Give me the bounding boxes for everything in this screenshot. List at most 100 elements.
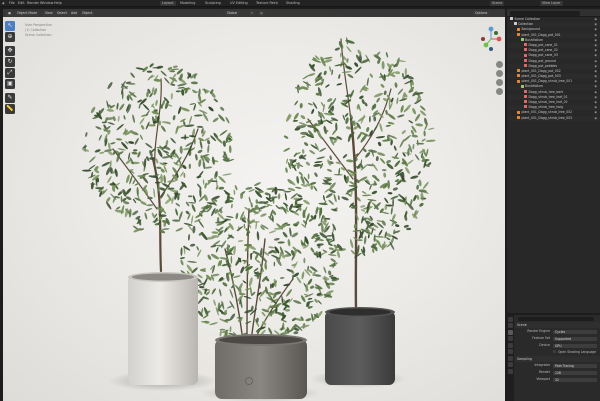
blender-logo-icon[interactable]: ◈ [2,1,5,6]
mesh-icon [524,95,527,99]
view-layer-tab-icon[interactable] [508,342,513,348]
snap-icon[interactable]: ⌖ [249,10,256,16]
menu-render[interactable]: Render [27,1,39,6]
navigation-gizmo[interactable] [479,23,505,57]
menu-object[interactable]: Object [80,10,95,16]
tab-layout[interactable]: Layout [160,1,176,6]
scene-tab-icon[interactable] [508,329,513,335]
outliner-row-label: plant_001_Dagg_pot_001 [521,32,561,37]
render-samples-field[interactable]: 128 [553,370,597,375]
mesh-icon [517,110,520,114]
feature-set-row: Feature Set Supported [515,335,600,342]
output-tab-icon[interactable] [508,336,513,341]
pan-hand-icon[interactable] [496,70,503,77]
render-engine-row: Render Engine Cycles [515,328,600,335]
outliner-row[interactable]: plant_001_Dagg_shrub_tree_003 ◉ [507,115,600,121]
perspective-grid-icon[interactable] [496,88,503,95]
outliner-row-label: plant_001_Dagg_pot_003 [521,74,561,79]
properties-tabs [507,315,514,401]
tool-tab-icon[interactable] [508,316,513,322]
mesh-icon [517,27,520,31]
cursor-tool[interactable]: ⊕ [5,32,15,42]
view-layer-selector[interactable]: View Layer [540,1,563,6]
options-menu[interactable]: Options [473,10,490,16]
mesh-icon [524,43,527,47]
modifier-tab-icon[interactable] [508,362,513,367]
integrator-dropdown[interactable]: Path Tracing [553,363,597,368]
orientation-selector[interactable]: Global [225,10,240,16]
viewport-render [81,37,436,401]
outliner-row-label: Collection [518,22,534,27]
3d-viewport[interactable]: ▣ Object Mode View Select Add Object Glo… [3,9,505,401]
menu-select[interactable]: Select [55,10,70,16]
properties-panel: Scene Render Engine Cycles Feature Set S… [507,315,600,401]
osl-checkbox[interactable] [553,350,556,353]
render-engine-dropdown[interactable]: Cycles [553,329,597,334]
device-dropdown[interactable]: GPU [553,343,597,348]
menu-edit[interactable]: Edit [18,1,25,6]
properties-search [515,315,600,322]
tab-texture-paint[interactable]: Texture Paint [256,1,278,6]
cursor-icon: ⊕ [7,33,13,40]
menu-help[interactable]: Help [54,1,62,6]
top-bar: ◈ File Edit Render Window Help Layout Mo… [0,0,600,7]
outliner-row-label: Bushifolium [525,84,544,89]
menu-file[interactable]: File [9,1,15,6]
mesh-icon [524,53,527,57]
mesh-icon [524,100,527,104]
white-pot [128,272,198,385]
mesh-icon [517,69,520,73]
tool-shelf: ↖ ⊕ ✥ ↻ ⤢ ▣ ✎ 📏 [5,21,17,115]
mode-selector[interactable]: Object Mode [15,10,40,16]
annotate-tool[interactable]: ✎ [5,93,15,103]
pencil-icon: ✎ [7,94,13,101]
select-box-tool[interactable]: ↖ [5,21,15,31]
move-icon: ✥ [7,47,13,54]
mesh-icon [524,105,527,109]
osl-row: Open Shading Language [515,349,600,356]
device-row: Device GPU [515,342,600,349]
tab-modeling[interactable]: Modeling [180,1,195,6]
world-tab-icon[interactable] [508,349,513,354]
tab-shading[interactable]: Shading [286,1,300,6]
grey-pot [215,334,307,399]
move-tool[interactable]: ✥ [5,46,15,56]
tab-sculpting[interactable]: Sculpting [205,1,221,6]
menu-add[interactable]: Add [69,10,80,16]
cursor-arrow-icon: ↖ [7,22,13,29]
menu-window[interactable]: Window [40,1,53,6]
scene-selector[interactable]: Scene [490,1,505,6]
menu-view[interactable]: View [43,10,56,16]
feature-set-dropdown[interactable]: Supported [553,336,597,341]
outliner-row-label: Dagg_shrub_tree_twig [528,105,563,110]
measure-tool[interactable]: 📏 [5,104,15,114]
mesh-icon [517,74,520,78]
transform-tool[interactable]: ▣ [5,79,15,89]
tab-uv-editing[interactable]: UV Editing [230,1,248,6]
render-tab-icon[interactable] [508,323,513,328]
properties-search-input[interactable] [518,316,594,321]
editor-type-icon[interactable]: ▣ [6,10,14,16]
mesh-icon [524,48,527,52]
material-tab-icon[interactable] [508,368,513,374]
transform-icon: ▣ [7,80,13,87]
object-tab-icon[interactable] [508,355,513,361]
outliner-row-label: plant_001_Dagg_shrub_tree_002 [521,110,573,115]
dark-pot [325,307,395,385]
outliner-row-label: Bushifolium [525,37,544,42]
outliner-row-label: Dagg_pot_cane_03 [528,53,558,58]
proportional-edit-icon[interactable]: ◎ [258,10,266,16]
outliner-row-label: Dagg_shrub_tree_leaf_01 [528,94,568,99]
outliner-row-label: Dagg_shrub_tree_bark [528,89,564,94]
outliner-row-label: Dagg_pot_cane_01 [528,42,558,47]
camera-view-icon[interactable] [496,79,503,86]
collection-icon [513,22,517,26]
outliner-row-label: Dagg_shrub_tree_leaf_02 [528,100,568,104]
empty-icon [520,38,524,42]
scale-tool[interactable]: ⤢ [5,68,15,78]
outliner-search-input[interactable] [510,10,580,16]
rotate-tool[interactable]: ↻ [5,57,15,67]
visibility-eye-icon[interactable]: ◉ [594,116,597,121]
zoom-icon[interactable] [496,61,503,68]
viewport-samples-field[interactable]: 32 [553,377,597,382]
